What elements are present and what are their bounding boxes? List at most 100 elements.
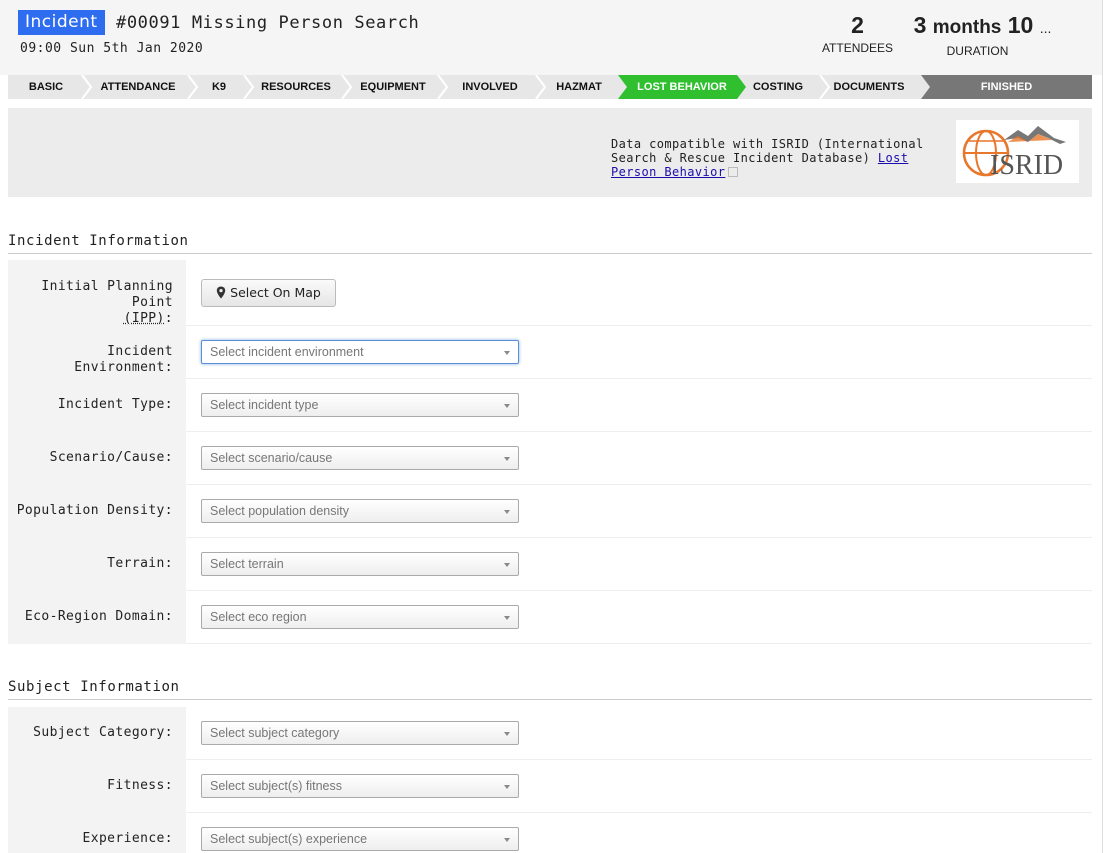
attendees-stat: 2 ATTENDEES (815, 12, 900, 56)
ipp-colon: : (164, 311, 173, 326)
experience-label: Experience: (82, 831, 173, 846)
chevron-down-icon (504, 616, 510, 620)
scenario-cause-select[interactable]: Select scenario/cause (201, 446, 519, 470)
terrain-select[interactable]: Select terrain (201, 552, 519, 576)
step-finished[interactable]: FINISHED (921, 75, 1092, 99)
incident-type-label: Incident Type: (57, 397, 173, 412)
incident-type-placeholder: Select incident type (210, 398, 319, 412)
step-costing[interactable]: COSTING (736, 75, 820, 99)
incident-environment-label-cell: Incident Environment: (8, 326, 186, 379)
terrain-label: Terrain: (107, 556, 173, 571)
duration-unit: months (932, 17, 1002, 38)
step-separator-icon (243, 75, 254, 99)
step-k9[interactable]: K9 (192, 75, 246, 99)
isrid-description: Data compatible with ISRID (Internationa… (611, 137, 924, 165)
attendees-value: 2 (851, 12, 864, 38)
incident-environment-placeholder: Select incident environment (210, 345, 364, 359)
eco-region-placeholder: Select eco region (210, 610, 307, 624)
incident-datetime: 09:00 Sun 5th Jan 2020 (20, 41, 204, 56)
chevron-down-icon (504, 404, 510, 408)
step-involved[interactable]: INVOLVED (442, 75, 538, 99)
population-density-row: Population Density: Select population de… (8, 485, 1092, 538)
incident-information-title: Incident Information (8, 233, 189, 249)
fitness-select[interactable]: Select subject(s) fitness (201, 774, 519, 798)
step-equipment[interactable]: EQUIPMENT (346, 75, 440, 99)
isrid-info-text: Data compatible with ISRID (Internationa… (611, 137, 943, 179)
step-attendance[interactable]: ATTENDANCE (86, 75, 190, 99)
duration-ellipsis: ... (1039, 20, 1052, 36)
step-separator-icon (187, 75, 198, 99)
subject-information-title: Subject Information (8, 679, 180, 695)
subject-category-select[interactable]: Select subject category (201, 721, 519, 745)
select-on-map-button[interactable]: Select On Map (201, 279, 336, 307)
duration-rest: 10 (1007, 12, 1034, 38)
incident-environment-label: Incident Environment: (74, 344, 173, 375)
experience-placeholder: Select subject(s) experience (210, 832, 368, 846)
eco-region-label-cell: Eco-Region Domain: (8, 591, 186, 644)
fitness-label-cell: Fitness: (8, 760, 186, 813)
duration-value: 3 months 10 ... (905, 12, 1060, 41)
scenario-cause-row: Scenario/Cause: Select scenario/cause (8, 432, 1092, 485)
eco-region-row: Eco-Region Domain: Select eco region (8, 591, 1092, 644)
population-density-label-cell: Population Density: (8, 485, 186, 538)
incident-type-row: Incident Type: Select incident type (8, 379, 1092, 432)
scenario-cause-label: Scenario/Cause: (49, 450, 173, 465)
chevron-down-icon (504, 563, 510, 567)
step-resources[interactable]: RESOURCES (248, 75, 344, 99)
chevron-down-icon (504, 838, 510, 842)
isrid-logo: ISRID (956, 120, 1079, 183)
chevron-down-icon (504, 351, 510, 355)
terrain-row: Terrain: Select terrain (8, 538, 1092, 591)
row-divider (186, 643, 1092, 644)
step-separator-icon (819, 75, 830, 99)
fitness-placeholder: Select subject(s) fitness (210, 779, 342, 793)
incident-environment-select[interactable]: Select incident environment (201, 340, 519, 364)
ipp-label-text: Initial Planning Point (41, 279, 173, 310)
isrid-logo-icon: ISRID (962, 126, 1066, 181)
incident-type-select[interactable]: Select incident type (201, 393, 519, 417)
duration-number: 3 (913, 12, 927, 38)
fitness-label: Fitness: (107, 778, 173, 793)
fitness-row: Fitness: Select subject(s) fitness (8, 760, 1092, 813)
select-on-map-label: Select On Map (230, 285, 321, 300)
incident-header: Incident #00091 Missing Person Search 09… (0, 0, 1103, 75)
population-density-select[interactable]: Select population density (201, 499, 519, 523)
experience-row: Experience: Select subject(s) experience (8, 813, 1092, 853)
attendees-label: ATTENDEES (821, 41, 894, 55)
incident-type-label-cell: Incident Type: (8, 379, 186, 432)
step-lost-behavior[interactable]: LOST BEHAVIOR (618, 75, 746, 99)
chevron-down-icon (504, 732, 510, 736)
ipp-abbr: (IPP) (123, 311, 165, 326)
duration-stat: 3 months 10 ... DURATION (905, 12, 1060, 59)
scenario-cause-placeholder: Select scenario/cause (210, 451, 333, 465)
subject-category-label: Subject Category: (33, 725, 173, 740)
incident-badge: Incident (18, 10, 105, 35)
chevron-down-icon (504, 785, 510, 789)
subject-category-placeholder: Select subject category (210, 726, 340, 740)
eco-region-select[interactable]: Select eco region (201, 605, 519, 629)
step-basic[interactable]: BASIC (8, 75, 84, 99)
population-density-label: Population Density: (16, 503, 173, 518)
chevron-down-icon (504, 510, 510, 514)
incident-title: #00091 Missing Person Search (116, 13, 420, 33)
section-divider (8, 699, 1092, 700)
isrid-info-panel: Data compatible with ISRID (Internationa… (8, 108, 1092, 197)
duration-label: DURATION (946, 44, 1009, 58)
chevron-down-icon (504, 457, 510, 461)
terrain-placeholder: Select terrain (210, 557, 284, 571)
map-marker-icon (216, 286, 226, 299)
step-separator-icon (437, 75, 448, 99)
step-separator-icon (341, 75, 352, 99)
step-separator-icon (535, 75, 546, 99)
step-hazmat[interactable]: HAZMAT (540, 75, 618, 99)
terrain-label-cell: Terrain: (8, 538, 186, 591)
step-documents[interactable]: DOCUMENTS (822, 75, 916, 99)
population-density-placeholder: Select population density (210, 504, 349, 518)
ipp-label-cell: Initial Planning Point (IPP): (8, 260, 186, 326)
ipp-row: Initial Planning Point (IPP): Select On … (8, 260, 1092, 326)
external-link-icon (728, 167, 739, 177)
experience-select[interactable]: Select subject(s) experience (201, 827, 519, 851)
ipp-label: Initial Planning Point (IPP): (8, 279, 173, 327)
step-separator-icon (81, 75, 92, 99)
subject-category-label-cell: Subject Category: (8, 707, 186, 760)
